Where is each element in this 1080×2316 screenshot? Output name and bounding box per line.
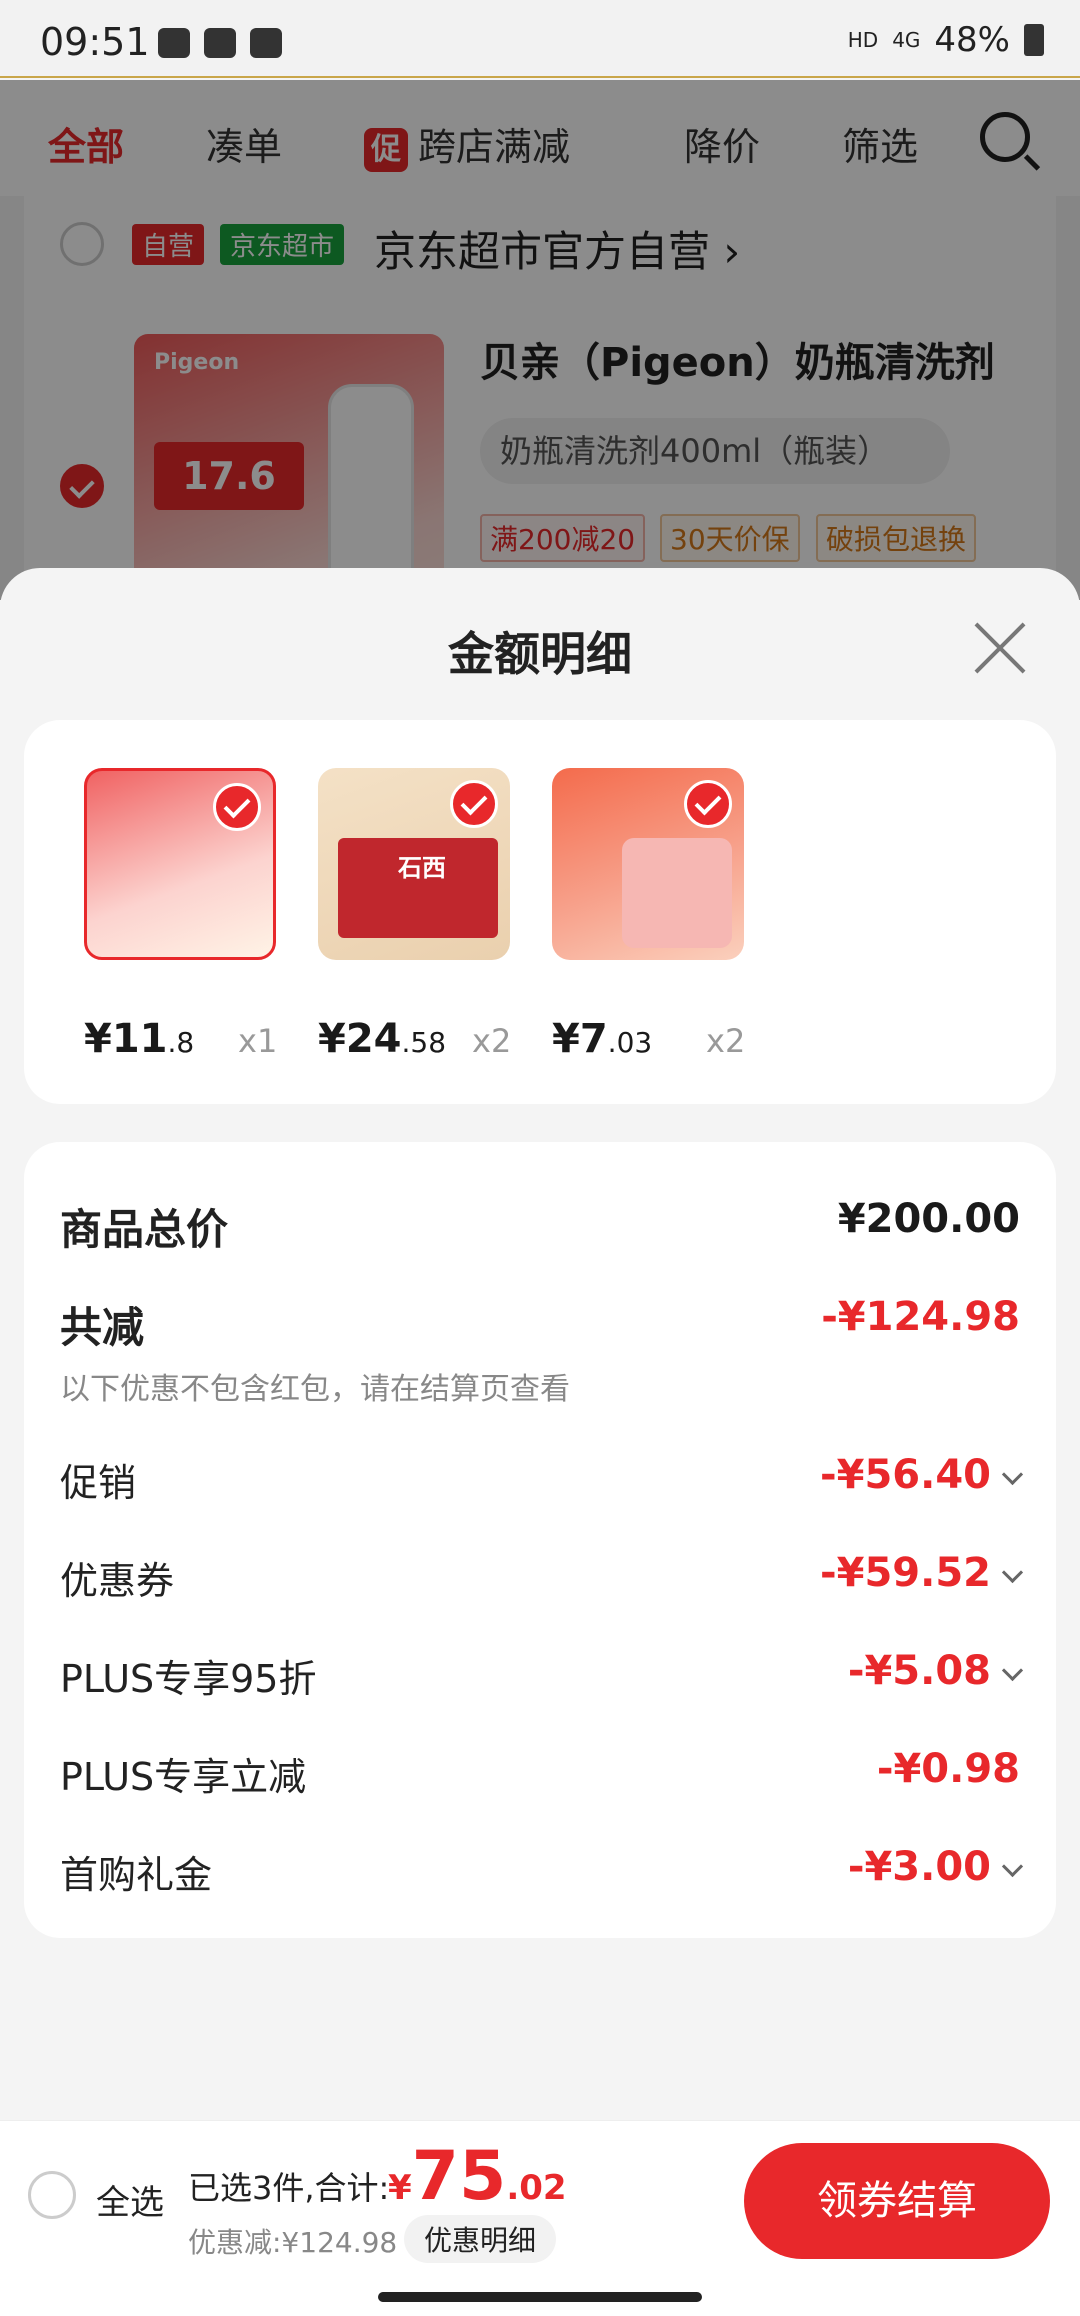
coupon-label: 优惠券 (60, 1559, 175, 1603)
reduced-label: 共减 (60, 1303, 145, 1352)
item-thumb-1[interactable] (84, 768, 276, 960)
first-purchase-label: 首购礼金 (60, 1853, 213, 1897)
coupon-value: -¥59.52 (820, 1550, 1024, 1596)
home-indicator[interactable] (378, 2292, 702, 2302)
chevron-down-icon (1001, 1463, 1024, 1486)
battery-percent: 48% (934, 20, 1010, 60)
select-all-radio[interactable] (28, 2171, 76, 2219)
item-price-2: ¥24.58 (318, 1016, 447, 1062)
checkbox-icon (250, 28, 282, 58)
reduced-note: 以下优惠不包含红包，请在结算页查看 (60, 1372, 570, 1407)
total-value: ¥200.00 (837, 1196, 1020, 1242)
status-bar: 09:51 HD 4G 48% (0, 0, 1080, 78)
total-label: 商品总价 (60, 1205, 229, 1254)
plus-discount-value: -¥5.08 (848, 1648, 1024, 1694)
selected-items-card: 石西 ¥11.8 x1 ¥24.58 x2 ¥7.03 x2 (24, 720, 1056, 1104)
system-icons: HD 4G 48% (848, 20, 1044, 60)
checkout-bar: 全选 已选3件,合计: ¥75.02 优惠减:¥124.98 优惠明细 领券结算 (0, 2120, 1080, 2281)
promo-label: 促销 (60, 1461, 137, 1505)
select-all-label[interactable]: 全选 (96, 2175, 164, 2224)
gallery-icon (204, 28, 236, 58)
item-thumb-2[interactable]: 石西 (318, 768, 510, 960)
item-qty-1: x1 (238, 1022, 278, 1060)
first-purchase-value: -¥3.00 (848, 1844, 1024, 1890)
reduced-value: -¥124.98 (821, 1294, 1020, 1340)
plus-discount-label: PLUS专享95折 (60, 1657, 317, 1701)
net-label: HD (847, 28, 879, 52)
chevron-down-icon (1001, 1561, 1024, 1584)
item-thumb-3[interactable] (552, 768, 744, 960)
promo-value: -¥56.40 (820, 1452, 1024, 1498)
signal-label: 4G (892, 28, 921, 52)
notification-icons (158, 28, 282, 58)
amount-detail-sheet: 金额明细 石西 ¥11.8 x1 ¥24.58 x2 ¥7.03 x2 商品总价… (0, 568, 1080, 2118)
gesture-bar (0, 2280, 1080, 2316)
item-price-1: ¥11.8 (84, 1016, 195, 1062)
checkout-button[interactable]: 领券结算 (744, 2143, 1050, 2259)
plus-reduce-value: -¥0.98 (876, 1746, 1020, 1792)
discount-summary: 优惠减:¥124.98 (188, 2226, 398, 2259)
item-2-box-text: 石西 (398, 854, 446, 882)
clock: 09:51 (40, 20, 150, 64)
alarm-icon (158, 28, 190, 58)
battery-icon (1024, 24, 1044, 56)
selected-count: 已选3件,合计: (188, 2169, 390, 2207)
check-icon[interactable] (213, 783, 261, 831)
price-detail-card: 商品总价 ¥200.00 共减 -¥124.98 以下优惠不包含红包，请在结算页… (24, 1142, 1056, 1938)
check-icon[interactable] (450, 780, 498, 828)
item-qty-3: x2 (706, 1022, 746, 1060)
chevron-down-icon (1001, 1659, 1024, 1682)
item-price-3: ¥7.03 (552, 1016, 653, 1062)
sheet-title: 金额明细 (448, 627, 632, 681)
total-amount: ¥75.02 (388, 2137, 567, 2216)
discount-detail-button[interactable]: 优惠明细 (404, 2215, 557, 2263)
dim-overlay[interactable] (0, 80, 1080, 600)
check-icon[interactable] (684, 780, 732, 828)
item-qty-2: x2 (472, 1022, 512, 1060)
plus-reduce-label: PLUS专享立减 (60, 1755, 307, 1799)
close-icon[interactable] (972, 620, 1028, 676)
chevron-down-icon (1001, 1855, 1024, 1878)
